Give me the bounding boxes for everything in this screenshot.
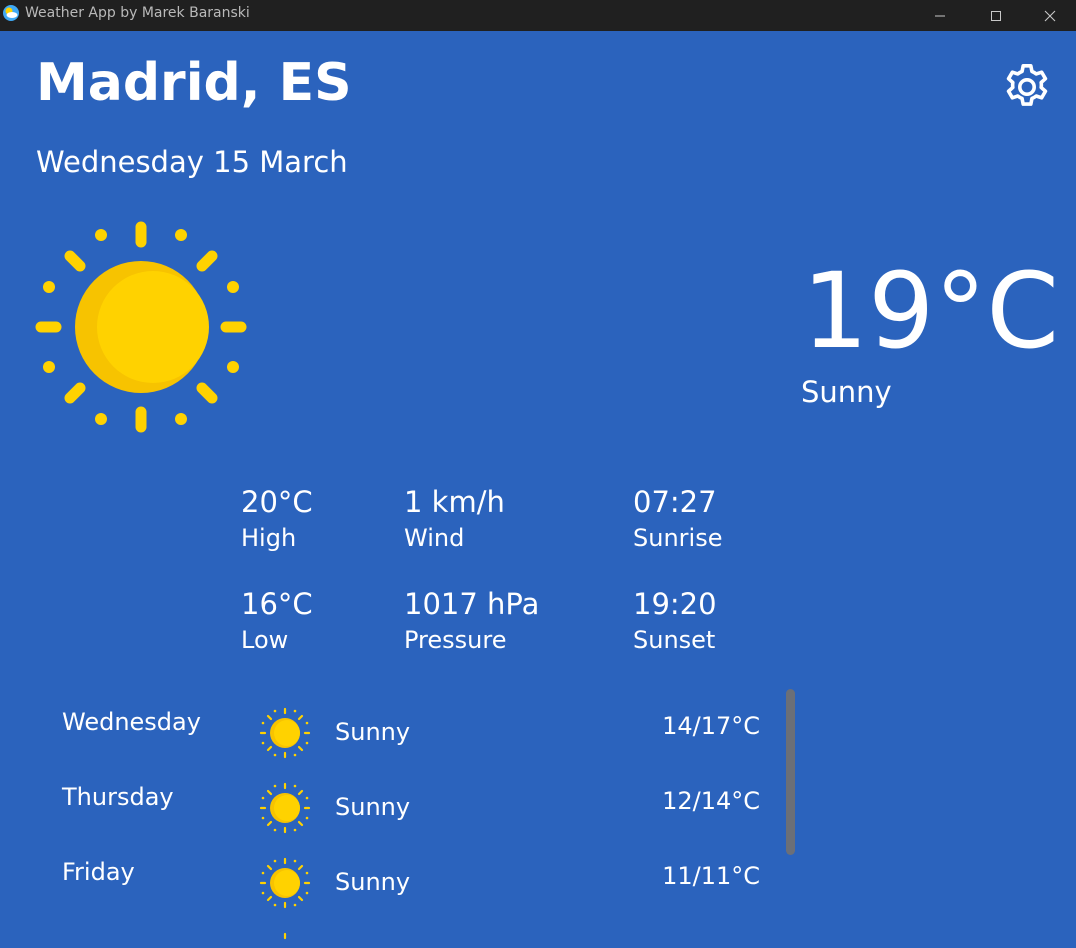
forecast-condition: Sunny — [335, 793, 411, 821]
sun-icon — [283, 932, 287, 940]
detail-sunrise: 07:27 Sunrise — [633, 484, 722, 553]
detail-value: 1017 hPa — [404, 587, 540, 621]
sun-icon — [35, 221, 247, 433]
forecast-condition: Sunny — [335, 868, 411, 896]
weather-app-icon — [3, 5, 19, 21]
forecast-day: Thursday — [62, 783, 174, 811]
detail-value: 16°C — [241, 587, 313, 621]
detail-value: 19:20 — [633, 587, 717, 621]
maximize-icon — [991, 10, 1001, 21]
current-condition: Sunny — [801, 375, 892, 409]
detail-label: Sunset — [633, 626, 716, 654]
sun-icon — [259, 857, 311, 909]
forecast-row: Wednesday Sunny 14/17°C — [0, 681, 780, 759]
city-name: Madrid, ES — [36, 53, 352, 113]
detail-label: Wind — [404, 524, 465, 552]
maximize-button[interactable] — [968, 0, 1024, 31]
forecast-list[interactable]: Wednesday Sunny 14/17°C Thursday Sunny 1… — [0, 681, 800, 948]
detail-value: 20°C — [241, 485, 313, 519]
forecast-row-partial — [0, 906, 780, 948]
title-bar: Weather App by Marek Baranski — [0, 0, 1076, 31]
minimize-button[interactable] — [912, 0, 968, 31]
forecast-scrollbar[interactable] — [786, 689, 795, 855]
close-icon — [1044, 10, 1056, 21]
detail-wind: 1 km/h Wind — [404, 484, 505, 553]
detail-label: Sunrise — [633, 524, 723, 552]
forecast-row: Thursday Sunny 12/14°C — [0, 756, 780, 834]
detail-low: 16°C Low — [241, 586, 313, 655]
sun-icon — [259, 782, 311, 834]
forecast-day: Friday — [62, 858, 135, 886]
detail-label: Pressure — [404, 626, 507, 654]
detail-label: High — [241, 524, 297, 552]
minimize-icon — [935, 15, 945, 16]
forecast-condition: Sunny — [335, 718, 411, 746]
detail-high: 20°C High — [241, 484, 313, 553]
forecast-temperature-range: 14/17°C — [662, 712, 760, 740]
forecast-row: Friday Sunny 11/11°C — [0, 831, 780, 909]
weather-panel: Madrid, ES Wednesday 15 March 19°C Sunny… — [0, 31, 1076, 948]
current-temperature: 19°C — [802, 250, 1059, 372]
detail-sunset: 19:20 Sunset — [633, 586, 717, 655]
detail-label: Low — [241, 626, 289, 654]
forecast-day: Wednesday — [62, 708, 201, 736]
forecast-temperature-range: 11/11°C — [662, 862, 760, 890]
gear-icon[interactable] — [1000, 60, 1054, 114]
close-button[interactable] — [1024, 0, 1076, 31]
detail-value: 07:27 — [633, 485, 717, 519]
sun-icon — [259, 707, 311, 759]
detail-pressure: 1017 hPa Pressure — [404, 586, 539, 655]
window-title: Weather App by Marek Baranski — [25, 5, 250, 21]
detail-value: 1 km/h — [404, 485, 505, 519]
current-date: Wednesday 15 March — [36, 145, 348, 179]
forecast-temperature-range: 12/14°C — [662, 787, 760, 815]
